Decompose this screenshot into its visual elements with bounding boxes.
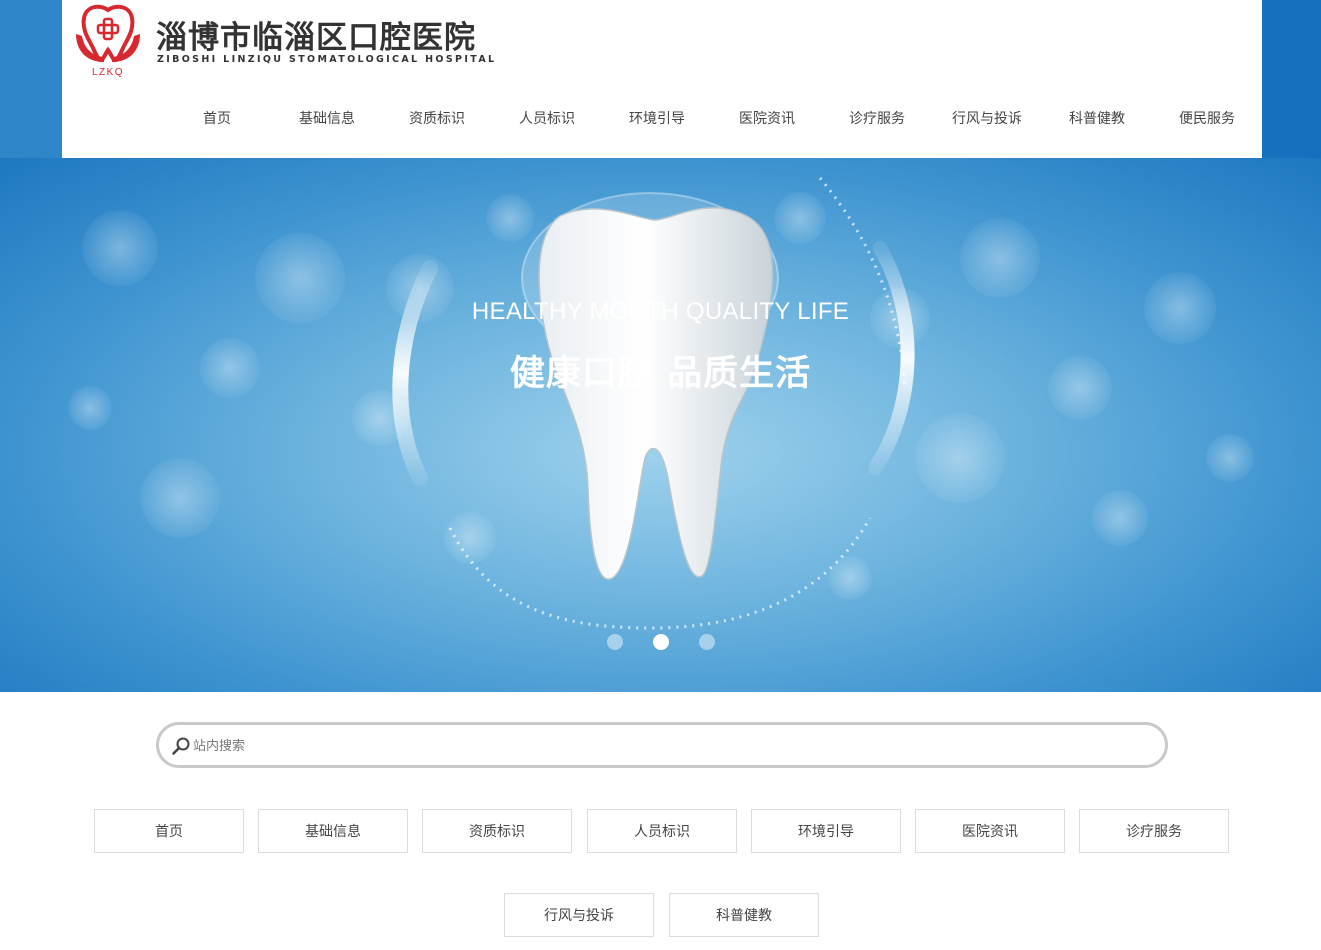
nav-item-qualification[interactable]: 资质标识: [382, 100, 492, 136]
nav-item-news[interactable]: 医院资讯: [712, 100, 822, 136]
slider-dot-3[interactable]: [698, 634, 715, 650]
quick-link-health-education[interactable]: 科普健教: [669, 893, 819, 937]
quick-link-services[interactable]: 诊疗服务: [1079, 809, 1229, 853]
quick-link-basic-info[interactable]: 基础信息: [258, 809, 408, 853]
logo-text: LZKQ: [92, 67, 124, 78]
nav-item-services[interactable]: 诊疗服务: [822, 100, 932, 136]
hero-banner[interactable]: HEALTHY MOUTH QUALITY LIFE 健康口腔 品质生活: [0, 158, 1321, 692]
site-title: 淄博市临淄区口腔医院: [156, 20, 476, 56]
search-box: [156, 722, 1168, 768]
nav-item-home[interactable]: 首页: [162, 100, 272, 136]
tooth-hands-logo-icon: LZKQ: [76, 4, 140, 78]
banner-headline-cn: 健康口腔 品质生活: [509, 354, 812, 394]
search-input[interactable]: [193, 732, 1143, 758]
quick-link-news[interactable]: 医院资讯: [915, 809, 1065, 853]
site-subtitle: ZIBOSHI LINZIQU STOMATOLOGICAL HOSPITAL: [157, 54, 497, 65]
slider-dot-2[interactable]: [652, 634, 669, 650]
quick-link-complaints[interactable]: 行风与投诉: [504, 893, 654, 937]
nav-item-environment[interactable]: 环境引导: [602, 100, 712, 136]
nav-item-health-education[interactable]: 科普健教: [1042, 100, 1152, 136]
tooth-illustration: [68, 177, 1254, 630]
quick-link-qualification[interactable]: 资质标识: [422, 809, 572, 853]
nav-item-basic-info[interactable]: 基础信息: [272, 100, 382, 136]
quick-link-staff[interactable]: 人员标识: [587, 809, 737, 853]
nav-item-complaints[interactable]: 行风与投诉: [932, 100, 1042, 136]
nav-item-convenience[interactable]: 便民服务: [1152, 100, 1262, 136]
slider-pagination: [0, 634, 1321, 650]
quick-link-home[interactable]: 首页: [94, 809, 244, 853]
hospital-logo[interactable]: LZKQ: [72, 4, 144, 78]
search-icon[interactable]: [171, 736, 191, 756]
main-nav: 首页 基础信息 资质标识 人员标识 环境引导 医院资讯 诊疗服务 行风与投诉 科…: [162, 100, 1262, 136]
banner-headline-en: HEALTHY MOUTH QUALITY LIFE: [471, 298, 850, 325]
slider-dot-1[interactable]: [606, 634, 623, 650]
nav-item-staff[interactable]: 人员标识: [492, 100, 602, 136]
quick-link-environment[interactable]: 环境引导: [751, 809, 901, 853]
site-header: LZKQ 淄博市临淄区口腔医院 ZIBOSHI LINZIQU STOMATOL…: [62, 0, 1262, 158]
